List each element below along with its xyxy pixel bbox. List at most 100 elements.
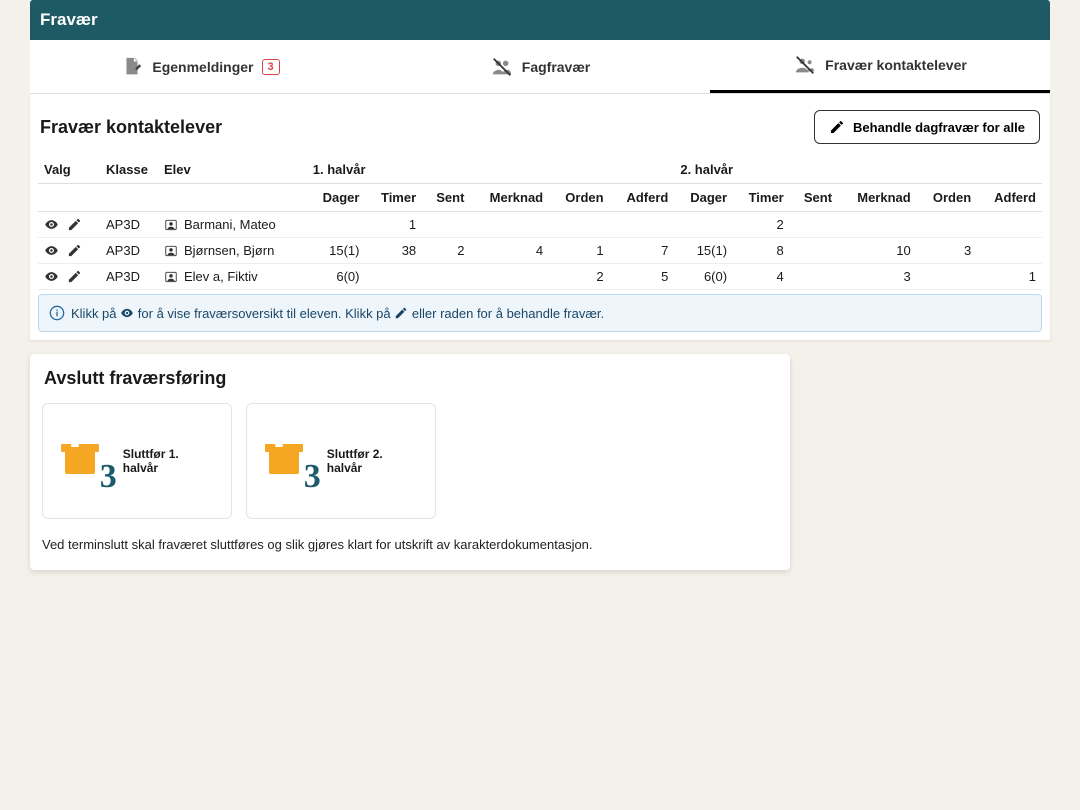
archive-icon: 3 xyxy=(57,432,115,490)
col-h1-orden: Orden xyxy=(549,184,609,212)
cell-h2-timer: 4 xyxy=(733,264,790,290)
document-edit-icon xyxy=(120,56,144,78)
cell-h2-merknad xyxy=(838,212,917,238)
tab-fagfravaer[interactable]: Fagfravær xyxy=(370,40,710,93)
eye-icon[interactable] xyxy=(44,217,59,232)
finish-title: Avslutt fraværsføring xyxy=(42,368,778,389)
page-header: Fravær xyxy=(30,0,1050,40)
col-h2-dager: Dager xyxy=(674,184,733,212)
info-text: for å vise fraværsoversikt til eleven. K… xyxy=(138,306,391,321)
col-h2-sent: Sent xyxy=(790,184,838,212)
row-actions xyxy=(44,217,94,232)
col-h1: 1. halvår xyxy=(307,156,675,184)
archive-icon: 3 xyxy=(261,432,319,490)
cell-h1-timer: 1 xyxy=(365,212,422,238)
cell-h2-adferd xyxy=(977,238,1042,264)
cell-h2-orden: 3 xyxy=(917,238,977,264)
pencil-icon xyxy=(394,306,408,320)
info-icon xyxy=(49,305,65,321)
cell-h2-sent xyxy=(790,238,838,264)
user-card-icon xyxy=(164,218,178,232)
cell-h1-sent xyxy=(422,212,470,238)
cell-h1-dager: 15(1) xyxy=(307,238,366,264)
cell-h1-merknad xyxy=(470,212,549,238)
col-h1-sent: Sent xyxy=(422,184,470,212)
cell-h1-orden xyxy=(549,212,609,238)
table-row[interactable]: AP3DBjørnsen, Bjørn15(1)38241715(1)8103 xyxy=(38,238,1042,264)
col-klasse: Klasse xyxy=(100,156,158,184)
col-h2-adferd: Adferd xyxy=(977,184,1042,212)
cell-h1-dager: 6(0) xyxy=(307,264,366,290)
col-h1-dager: Dager xyxy=(307,184,366,212)
cell-h1-merknad xyxy=(470,264,549,290)
user-card-icon xyxy=(164,270,178,284)
cell-h1-dager xyxy=(307,212,366,238)
card-label: Sluttfør 2. halvår xyxy=(327,447,421,475)
eye-icon[interactable] xyxy=(44,243,59,258)
cell-h2-sent xyxy=(790,264,838,290)
cell-h1-sent: 2 xyxy=(422,238,470,264)
page-title: Fravær xyxy=(40,10,1040,30)
cell-klasse: AP3D xyxy=(100,238,158,264)
finish-term1-card[interactable]: 3 Sluttfør 1. halvår xyxy=(42,403,232,519)
section-absence-table: Fravær kontaktelever Behandle dagfravær … xyxy=(30,94,1050,340)
cell-h2-adferd xyxy=(977,212,1042,238)
section-title: Fravær kontaktelever xyxy=(40,117,222,138)
cell-h1-adferd xyxy=(610,212,675,238)
row-actions xyxy=(44,243,94,258)
card-label: Sluttfør 1. halvår xyxy=(123,447,217,475)
pencil-icon[interactable] xyxy=(67,243,82,258)
button-label: Behandle dagfravær for alle xyxy=(853,120,1025,135)
cell-h1-timer xyxy=(365,264,422,290)
row-actions xyxy=(44,269,94,284)
finish-panel: Avslutt fraværsføring 3 Sluttfør 1. halv… xyxy=(30,354,790,570)
pencil-icon xyxy=(829,119,845,135)
tab-kontaktelever[interactable]: Fravær kontaktelever xyxy=(710,40,1050,93)
cell-h1-merknad: 4 xyxy=(470,238,549,264)
cell-h2-timer: 8 xyxy=(733,238,790,264)
eye-icon[interactable] xyxy=(44,269,59,284)
table-row[interactable]: AP3DBarmani, Mateo12 xyxy=(38,212,1042,238)
cell-elev: Bjørnsen, Bjørn xyxy=(164,243,301,258)
col-valg: Valg xyxy=(38,156,100,184)
cell-h2-dager: 6(0) xyxy=(674,264,733,290)
cell-h1-orden: 2 xyxy=(549,264,609,290)
cell-elev: Barmani, Mateo xyxy=(164,217,301,232)
tab-bar: Egenmeldinger 3 Fagfravær Fravær kontakt… xyxy=(30,40,1050,94)
user-card-icon xyxy=(164,244,178,258)
tab-label: Egenmeldinger xyxy=(152,59,253,75)
tab-egenmeldinger[interactable]: Egenmeldinger 3 xyxy=(30,40,370,93)
pencil-icon[interactable] xyxy=(67,269,82,284)
tab-label: Fagfravær xyxy=(522,59,590,75)
cell-h1-sent xyxy=(422,264,470,290)
col-h2-orden: Orden xyxy=(917,184,977,212)
absence-table: Valg Klasse Elev 1. halvår 2. halvår Dag… xyxy=(38,156,1042,290)
tab-label: Fravær kontaktelever xyxy=(825,57,967,73)
col-h2-merknad: Merknad xyxy=(838,184,917,212)
table-row[interactable]: AP3DElev a, Fiktiv6(0)256(0)431 xyxy=(38,264,1042,290)
cell-klasse: AP3D xyxy=(100,212,158,238)
finish-term2-card[interactable]: 3 Sluttfør 2. halvår xyxy=(246,403,436,519)
finish-footer: Ved terminslutt skal fraværet sluttføres… xyxy=(42,537,778,552)
col-h2: 2. halvår xyxy=(674,156,1042,184)
cell-h2-adferd: 1 xyxy=(977,264,1042,290)
col-h1-merknad: Merknad xyxy=(470,184,549,212)
cell-h2-dager xyxy=(674,212,733,238)
cell-h1-orden: 1 xyxy=(549,238,609,264)
people-off-icon xyxy=(490,56,514,78)
cell-h1-timer: 38 xyxy=(365,238,422,264)
cell-h1-adferd: 7 xyxy=(610,238,675,264)
cell-h2-sent xyxy=(790,212,838,238)
cell-h1-adferd: 5 xyxy=(610,264,675,290)
eye-icon xyxy=(120,306,134,320)
col-h1-adferd: Adferd xyxy=(610,184,675,212)
tab-badge: 3 xyxy=(262,59,280,75)
cell-h2-orden xyxy=(917,264,977,290)
info-text: eller raden for å behandle fravær. xyxy=(412,306,604,321)
process-all-button[interactable]: Behandle dagfravær for alle xyxy=(814,110,1040,144)
cell-klasse: AP3D xyxy=(100,264,158,290)
pencil-icon[interactable] xyxy=(67,217,82,232)
col-h2-timer: Timer xyxy=(733,184,790,212)
cell-h2-merknad: 10 xyxy=(838,238,917,264)
cell-h2-orden xyxy=(917,212,977,238)
